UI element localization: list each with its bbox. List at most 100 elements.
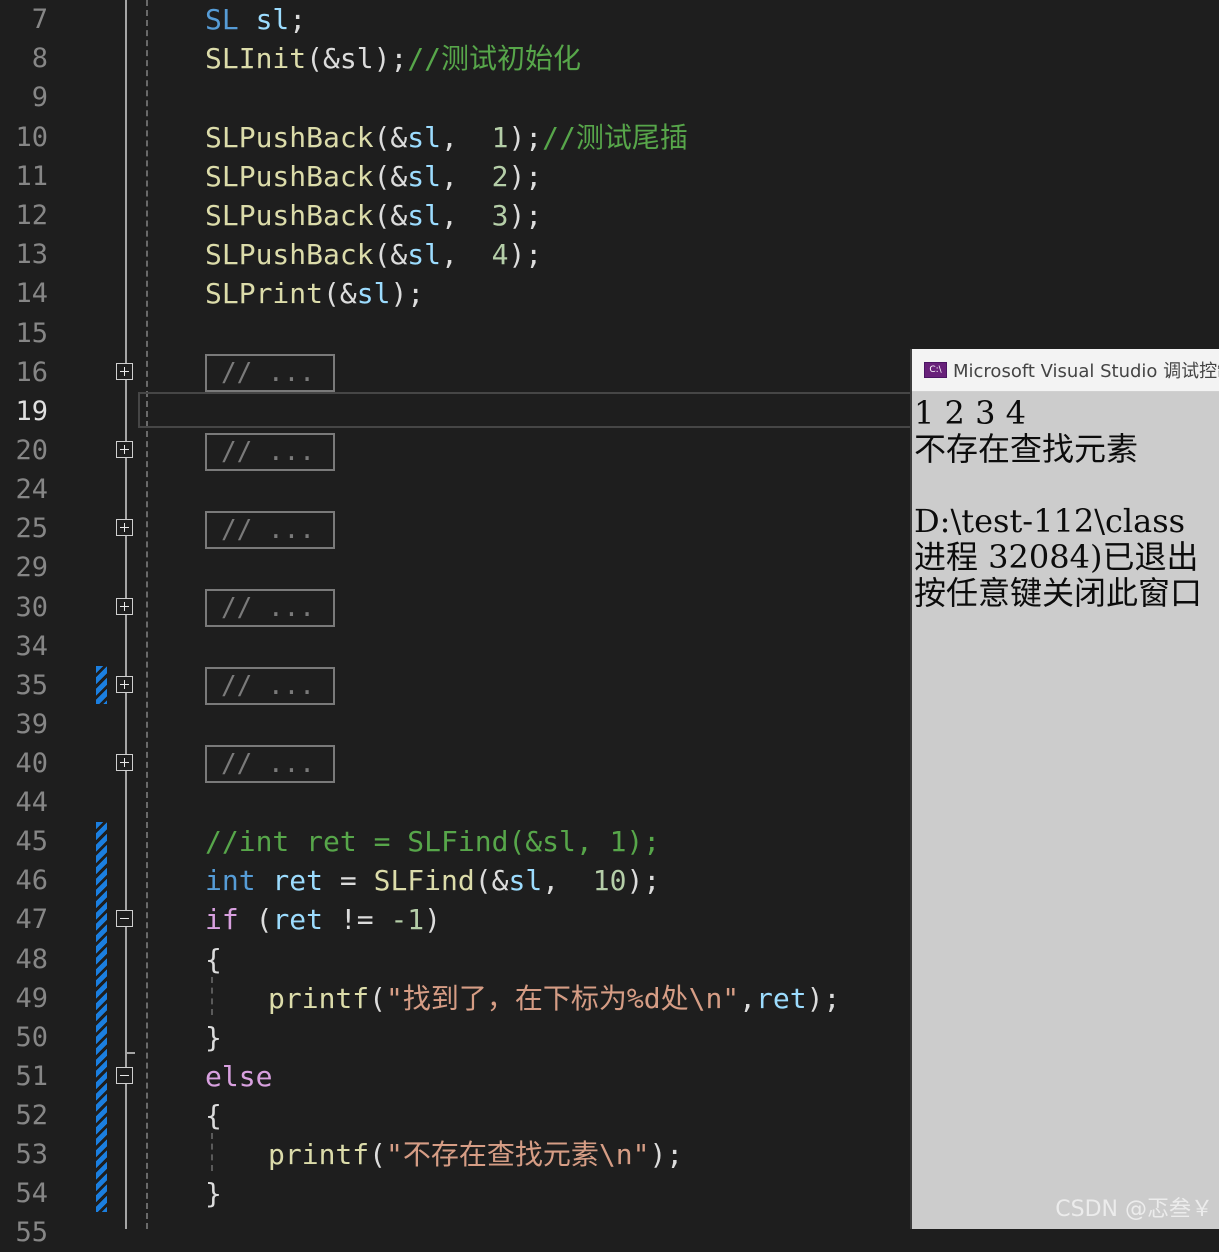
punct-token: ( <box>238 903 273 936</box>
line-number: 20 <box>15 435 48 466</box>
code-line-52[interactable]: { <box>205 1096 222 1135</box>
punct-token: ); <box>508 160 543 193</box>
punct-token: (& <box>373 121 408 154</box>
keyword-token: int <box>205 864 256 897</box>
collapsed-region[interactable]: // ... <box>205 589 335 627</box>
punct-token: (& <box>373 238 408 271</box>
punct-token: ); <box>508 121 543 154</box>
debug-console-window[interactable]: C:\ Microsoft Visual Studio 调试控制台 1 2 3 … <box>910 349 1219 1229</box>
punct-token: ; <box>289 3 307 36</box>
code-line-8[interactable]: SLInit(&sl);//测试初始化 <box>205 39 581 78</box>
line-number-current: 19 <box>15 396 48 427</box>
collapsed-region[interactable]: // ... <box>205 511 335 549</box>
keyword-token: if <box>205 903 239 936</box>
punct-token: ( <box>369 982 387 1015</box>
line-number: 46 <box>15 865 48 896</box>
variable-token: ret <box>255 864 324 897</box>
punct-token: , <box>441 121 492 154</box>
line-number: 7 <box>31 4 48 35</box>
code-line-54[interactable]: } <box>205 1174 222 1213</box>
code-line-53[interactable]: printf("不存在查找元素\n"); <box>268 1135 683 1174</box>
expand-icon[interactable] <box>116 519 133 536</box>
code-line-10[interactable]: SLPushBack(&sl, 1);//测试尾插 <box>205 118 688 157</box>
number-token: 2 <box>491 160 509 193</box>
expand-icon[interactable] <box>116 676 133 693</box>
console-app-icon: C:\ <box>924 362 947 378</box>
line-number: 12 <box>15 200 48 231</box>
collapsed-region[interactable]: // ... <box>205 667 335 705</box>
code-line-50[interactable]: } <box>205 1018 222 1057</box>
line-number: 45 <box>15 826 48 857</box>
code-line-45[interactable]: //int ret = SLFind(&sl, 1); <box>205 822 660 861</box>
expand-icon[interactable] <box>116 754 133 771</box>
line-number: 52 <box>15 1100 48 1131</box>
type-token: SL <box>205 3 239 36</box>
line-number: 55 <box>15 1217 48 1248</box>
comment-token: //int ret = SLFind(&sl, 1); <box>205 825 661 858</box>
punct-token: ); <box>649 1138 684 1171</box>
line-number: 35 <box>15 670 48 701</box>
punct-token: (& <box>373 199 408 232</box>
code-line-47[interactable]: if (ret != -1) <box>205 900 441 939</box>
string-token: "找到了，在下标为%d处\n" <box>386 982 740 1015</box>
function-token: printf <box>268 982 370 1015</box>
brace-token: } <box>205 1021 222 1054</box>
code-line-12[interactable]: SLPushBack(&sl, 3); <box>205 196 542 235</box>
code-line-11[interactable]: SLPushBack(&sl, 2); <box>205 157 542 196</box>
punct-token: (& <box>474 864 509 897</box>
change-indicator-bar <box>96 666 107 704</box>
punct-token: ) <box>424 903 442 936</box>
code-line-48[interactable]: { <box>205 940 222 979</box>
indent-guide <box>146 0 148 1229</box>
code-line-14[interactable]: SLPrint(&sl); <box>205 274 424 313</box>
punct-token: , <box>542 864 593 897</box>
line-number: 25 <box>15 513 48 544</box>
number-token: 1 <box>491 121 509 154</box>
line-number: 8 <box>31 43 48 74</box>
expand-icon[interactable] <box>116 363 133 380</box>
number-token: 3 <box>491 199 509 232</box>
collapse-icon[interactable] <box>116 1067 133 1084</box>
punct-token: ); <box>508 199 543 232</box>
expand-icon[interactable] <box>116 441 133 458</box>
punct-token: ); <box>508 238 543 271</box>
comment-token: //测试尾插 <box>542 121 688 154</box>
collapsed-region[interactable]: // ... <box>205 745 335 783</box>
code-line-13[interactable]: SLPushBack(&sl, 4); <box>205 235 542 274</box>
expand-icon[interactable] <box>116 598 133 615</box>
line-number: 53 <box>15 1139 48 1170</box>
current-line-highlight <box>138 392 938 428</box>
line-number: 44 <box>15 787 48 818</box>
line-number: 30 <box>15 592 48 623</box>
line-number: 15 <box>15 318 48 349</box>
function-token: SLPushBack <box>205 238 374 271</box>
brace-token: } <box>205 1177 222 1210</box>
collapsed-region[interactable]: // ... <box>205 354 335 392</box>
console-title-bar[interactable]: C:\ Microsoft Visual Studio 调试控制台 <box>912 349 1219 392</box>
code-line-7[interactable]: SL sl; <box>205 0 306 39</box>
number-token: -1 <box>390 903 425 936</box>
collapse-icon[interactable] <box>116 910 133 927</box>
line-number: 39 <box>15 709 48 740</box>
keyword-token: else <box>205 1060 273 1093</box>
line-number: 34 <box>15 631 48 662</box>
variable-token: sl <box>508 864 543 897</box>
line-number: 24 <box>15 474 48 505</box>
line-number: 49 <box>15 983 48 1014</box>
comment-token: //测试初始化 <box>407 42 582 75</box>
function-token: SLPushBack <box>205 199 374 232</box>
punct-token: , <box>441 160 492 193</box>
code-line-51[interactable]: else <box>205 1057 272 1096</box>
console-output-line: D:\test-112\class <box>914 502 1186 540</box>
punct-token: , <box>441 238 492 271</box>
line-number: 47 <box>15 904 48 935</box>
punct-token: ); <box>626 864 661 897</box>
variable-token: sl <box>407 121 442 154</box>
code-line-49[interactable]: printf("找到了，在下标为%d处\n",ret); <box>268 979 840 1018</box>
console-title: Microsoft Visual Studio 调试控制台 <box>953 361 1219 382</box>
brace-token: { <box>205 943 222 976</box>
brace-guide <box>211 977 213 1015</box>
collapsed-region[interactable]: // ... <box>205 433 335 471</box>
code-line-46[interactable]: int ret = SLFind(&sl, 10); <box>205 861 660 900</box>
